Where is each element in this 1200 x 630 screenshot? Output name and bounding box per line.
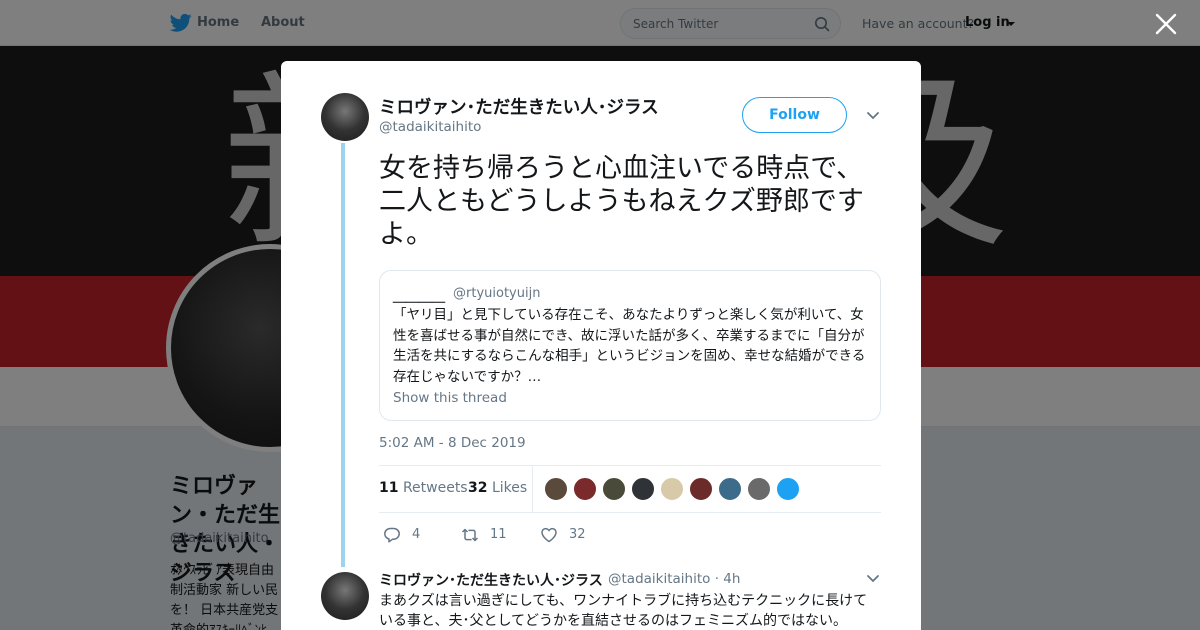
reply-author-handle[interactable]: @tadaikitaihito · 4h: [608, 571, 740, 587]
likes-count: 32: [468, 480, 488, 496]
likes-stat[interactable]: 32 Likes: [468, 480, 527, 496]
reply-author-name[interactable]: ミロヴァン･ただ生きたい人･ジラス: [379, 570, 603, 590]
avatar[interactable]: [321, 93, 369, 141]
retweets-label: Retweets: [402, 480, 468, 496]
tweet-text: 女を持ち帰ろうと心血注いでる時点で、二人ともどうしようもねえクズ野郎ですよ。: [379, 153, 864, 250]
chevron-down-icon[interactable]: [866, 111, 880, 121]
liker-avatar[interactable]: [747, 477, 771, 501]
like-count: 32: [569, 527, 586, 542]
liker-avatar[interactable]: [776, 477, 800, 501]
close-icon[interactable]: [1154, 12, 1178, 36]
retweet-icon: [461, 528, 479, 542]
reply-icon: [384, 527, 400, 543]
reply-tweet-text: まあクズは言い過ぎにしても、ワンナイトラブに持ち込むテクニックに長けている事と、…: [379, 593, 868, 629]
follow-button[interactable]: Follow: [742, 97, 847, 133]
stats-divider: [532, 466, 533, 512]
liker-avatar[interactable]: [602, 477, 626, 501]
liker-avatar[interactable]: [573, 477, 597, 501]
reply-count: 4: [412, 527, 421, 542]
liker-avatar[interactable]: [631, 477, 655, 501]
tweet-timestamp[interactable]: 5:02 AM - 8 Dec 2019: [379, 435, 526, 451]
quoted-author-name: ＿＿＿＿: [393, 290, 446, 305]
retweet-count: 11: [490, 527, 507, 542]
liker-avatar[interactable]: [660, 477, 684, 501]
author-name[interactable]: ミロヴァン･ただ生きたい人･ジラス: [379, 94, 659, 119]
likes-label: Likes: [491, 480, 528, 496]
retweets-stat[interactable]: 11 Retweets: [379, 480, 468, 496]
thread-connector-line: [341, 143, 345, 567]
chevron-down-icon[interactable]: [866, 574, 880, 584]
tweet-stats: 11 Retweets 32 Likes: [379, 465, 881, 513]
quoted-tweet[interactable]: ＿＿＿＿ @rtyuiotyuijn 「ヤリ目」と見下している存在こそ、あなたよ…: [379, 270, 881, 421]
liker-avatar[interactable]: [689, 477, 713, 501]
show-thread-link[interactable]: Show this thread: [393, 390, 507, 406]
heart-icon: [541, 527, 557, 543]
liker-avatar[interactable]: [718, 477, 742, 501]
retweets-count: 11: [379, 480, 399, 496]
quoted-author-handle: @rtyuiotyuijn: [453, 286, 541, 301]
quoted-tweet-text: 「ヤリ目」と見下している存在こそ、あなたよりずっと楽しく気が利いて、女性を喜ばせ…: [393, 307, 866, 385]
liker-avatar[interactable]: [544, 477, 568, 501]
author-handle[interactable]: @tadaikitaihito: [379, 119, 481, 135]
tweet-modal: ミロヴァン･ただ生きたい人･ジラス @tadaikitaihito Follow…: [281, 61, 921, 630]
avatar[interactable]: [321, 572, 369, 620]
tweet-actions: 4 11 32: [379, 524, 881, 548]
